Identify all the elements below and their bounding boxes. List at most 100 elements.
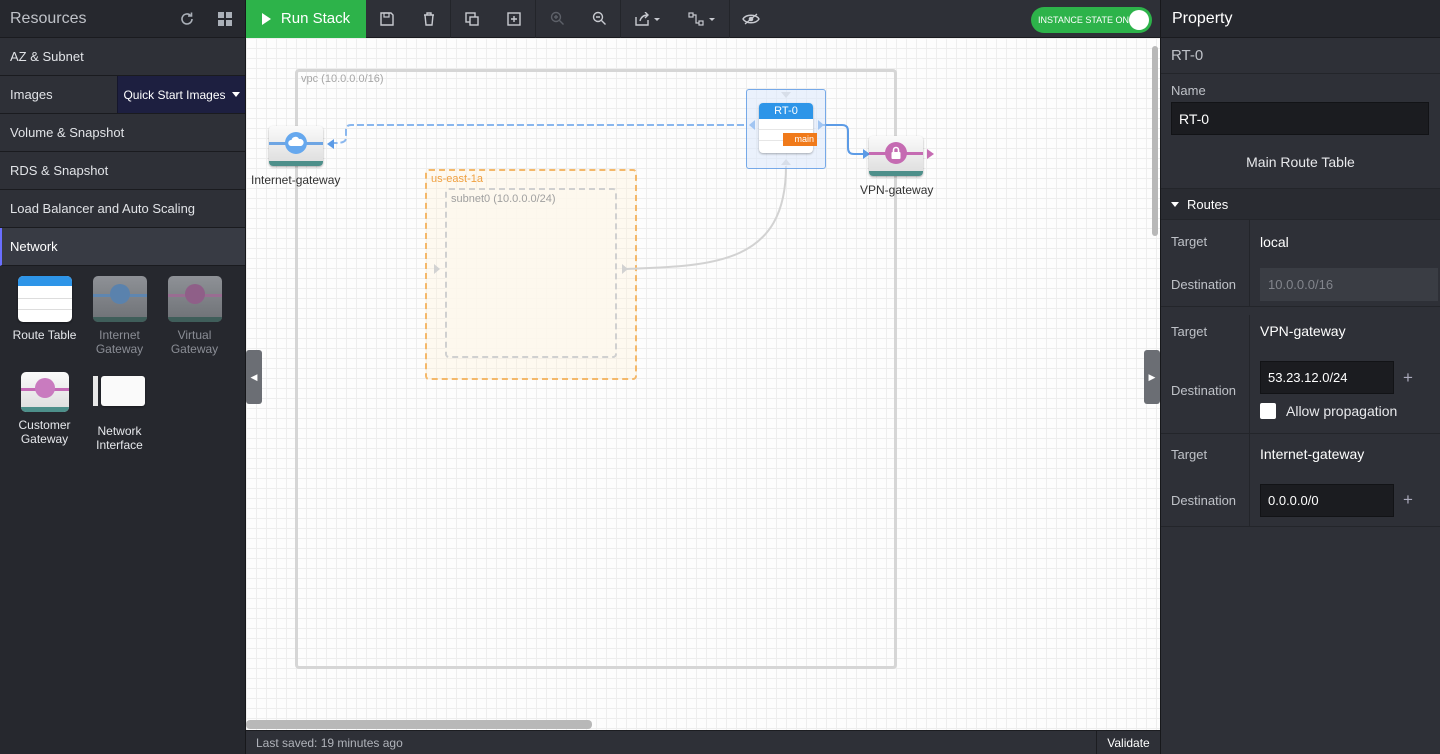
- internet-gateway-node[interactable]: [269, 126, 323, 166]
- destination-input[interactable]: [1260, 483, 1394, 517]
- allow-propagation-label: Allow propagation: [1286, 403, 1398, 419]
- port-arrow: [622, 264, 628, 274]
- igw-route-connection: [331, 124, 744, 144]
- instance-state-label: INSTANCE STATE ON: [1038, 15, 1130, 25]
- trash-icon: [424, 11, 434, 26]
- section-label: Images: [10, 87, 53, 102]
- zoom-out-button[interactable]: [578, 0, 620, 38]
- quick-start-label: Quick Start Images: [123, 87, 226, 102]
- route-target: VPN-gateway: [1260, 323, 1346, 339]
- add-button[interactable]: [493, 0, 535, 38]
- palette-internet-gateway[interactable]: Internet Gateway: [82, 276, 157, 356]
- palette-network-interface[interactable]: Network Interface: [82, 372, 157, 452]
- routes-section-header[interactable]: Routes: [1161, 188, 1440, 220]
- vpn-gateway-label: VPN-gateway: [860, 183, 934, 197]
- route-target: Internet-gateway: [1260, 446, 1365, 462]
- section-label: Load Balancer and Auto Scaling: [10, 201, 196, 216]
- cloud-icon: [288, 136, 304, 146]
- section-load-balancer[interactable]: Load Balancer and Auto Scaling: [0, 190, 245, 228]
- port-arrow: [927, 149, 934, 159]
- duplicate-button[interactable]: [451, 0, 493, 38]
- internet-gateway-label: Internet-gateway: [251, 173, 341, 187]
- section-volume-snapshot[interactable]: Volume & Snapshot: [0, 114, 245, 152]
- quick-start-images-dropdown[interactable]: Quick Start Images: [117, 76, 245, 113]
- resources-sidebar: Resources AZ & Subnet Images Quick Start…: [0, 0, 246, 754]
- run-stack-label: Run Stack: [280, 10, 351, 27]
- resource-name-heading: RT-0: [1161, 38, 1440, 74]
- target-label: Target: [1171, 323, 1208, 339]
- destination-label: Destination: [1171, 492, 1237, 508]
- target-label: Target: [1171, 234, 1208, 249]
- section-rds-snapshot[interactable]: RDS & Snapshot: [0, 152, 245, 190]
- lock-icon: [891, 146, 901, 159]
- section-az-subnet[interactable]: AZ & Subnet: [0, 38, 245, 76]
- main-toolbar: Run Stack INSTANCE STATE ON: [246, 0, 1160, 38]
- port-arrow: [327, 139, 334, 149]
- palette-label: Customer Gateway: [18, 418, 71, 446]
- sidebar-title: Resources: [10, 9, 87, 27]
- instance-state-toggle[interactable]: INSTANCE STATE ON: [1031, 7, 1152, 33]
- vertical-scrollbar[interactable]: [1152, 46, 1158, 236]
- destination-input[interactable]: [1260, 361, 1394, 394]
- panel-title: Property: [1161, 0, 1440, 38]
- last-saved-text: Last saved: 19 minutes ago: [256, 735, 403, 750]
- route-entry: Target Internet-gateway Destination +: [1161, 434, 1440, 527]
- palette-label: Network Interface: [96, 424, 143, 452]
- section-images[interactable]: Images Quick Start Images: [0, 76, 245, 114]
- caret-down-icon: [231, 92, 240, 97]
- connection-style-icon: [688, 11, 715, 26]
- routes-label: Routes: [1187, 196, 1229, 212]
- main-tag: main: [783, 133, 817, 146]
- zoom-out-icon: [592, 11, 606, 25]
- delete-button[interactable]: [408, 0, 450, 38]
- palette-customer-gateway[interactable]: Customer Gateway: [7, 372, 82, 452]
- run-stack-button[interactable]: Run Stack: [246, 0, 366, 38]
- section-label: RDS & Snapshot: [10, 163, 109, 178]
- toggle-knob: [1129, 10, 1149, 30]
- eye-icon: [742, 13, 760, 24]
- vpn-gateway-node[interactable]: [869, 136, 923, 176]
- subnet-route-connection: [625, 165, 787, 270]
- section-label: AZ & Subnet: [10, 49, 84, 64]
- collapse-left-handle[interactable]: ◀: [246, 350, 262, 404]
- status-bar: Last saved: 19 minutes ago Validate: [246, 730, 1160, 754]
- allow-propagation-checkbox[interactable]: [1260, 403, 1276, 419]
- palette-label: Virtual Gateway: [170, 328, 219, 356]
- palette-virtual-gateway[interactable]: Virtual Gateway: [157, 276, 232, 356]
- chevron-right-icon: ▶: [1148, 371, 1156, 382]
- route-entry: Target VPN-gateway Destination + Allow p…: [1161, 315, 1440, 434]
- add-route-icon[interactable]: +: [1403, 368, 1413, 388]
- name-label: Name: [1171, 83, 1206, 98]
- add-route-icon[interactable]: +: [1403, 490, 1413, 510]
- zoom-in-button[interactable]: [536, 0, 578, 38]
- property-panel: Property RT-0 Name Main Route Table Rout…: [1160, 0, 1440, 754]
- section-label: Volume & Snapshot: [10, 125, 125, 140]
- palette-route-table[interactable]: Route Table: [7, 276, 82, 356]
- collapse-right-handle[interactable]: ▶: [1144, 350, 1160, 404]
- grid-view-icon[interactable]: [215, 9, 235, 29]
- customer-gateway-icon: [20, 372, 69, 412]
- route-table-icon: [17, 276, 72, 322]
- network-interface-icon: [92, 372, 147, 418]
- refresh-icon[interactable]: [177, 9, 197, 29]
- destination-label: Destination: [1171, 277, 1237, 292]
- line-style-dropdown[interactable]: [675, 0, 729, 38]
- vgw-route-connection: [822, 124, 863, 155]
- internet-gateway-icon: [92, 276, 147, 322]
- name-input[interactable]: [1171, 102, 1429, 135]
- chevron-left-icon: ◀: [250, 371, 258, 382]
- route-table-node[interactable]: RT-0 main: [746, 89, 826, 169]
- target-label: Target: [1171, 446, 1208, 462]
- route-target: local: [1260, 233, 1289, 250]
- export-icon: [635, 11, 660, 26]
- diagram-canvas[interactable]: vpc (10.0.0.0/16) us-east-1a subnet0 (10…: [246, 38, 1160, 730]
- save-button[interactable]: [366, 0, 408, 38]
- export-dropdown[interactable]: [621, 0, 675, 38]
- horizontal-scrollbar[interactable]: [246, 720, 592, 729]
- connection-lines: [327, 92, 934, 274]
- sidebar-header: Resources: [0, 0, 245, 38]
- visibility-button[interactable]: [730, 0, 772, 38]
- duplicate-icon: [465, 11, 479, 26]
- validate-button[interactable]: Validate: [1096, 731, 1160, 754]
- section-network[interactable]: Network: [0, 228, 245, 266]
